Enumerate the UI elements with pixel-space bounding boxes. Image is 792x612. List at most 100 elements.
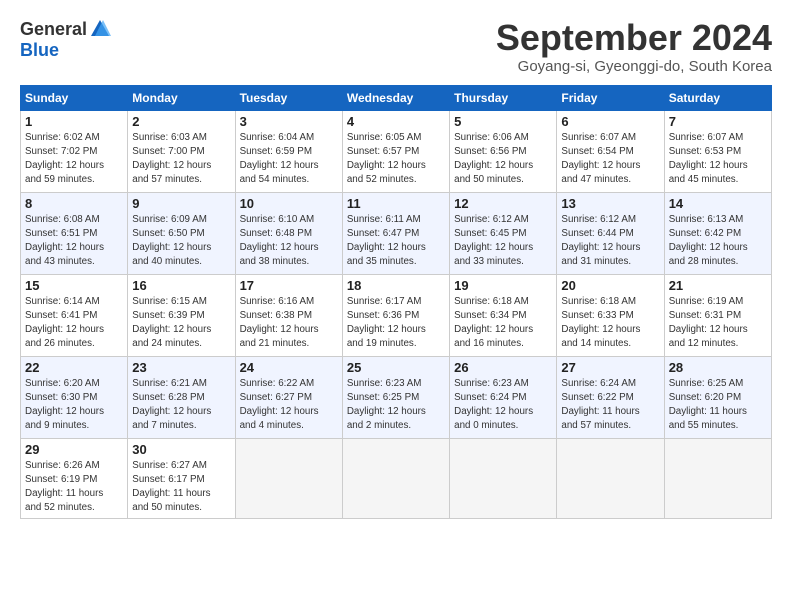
logo: General Blue xyxy=(20,18,111,61)
col-tuesday: Tuesday xyxy=(235,85,342,110)
day-info: Sunrise: 6:23 AMSunset: 6:25 PMDaylight:… xyxy=(347,377,445,434)
day-number: 16 xyxy=(132,278,230,293)
day-info: Sunrise: 6:07 AMSunset: 6:53 PMDaylight:… xyxy=(669,131,767,188)
calendar-cell: 13 Sunrise: 6:12 AMSunset: 6:44 PMDayligh… xyxy=(557,192,664,274)
calendar-cell: 27Sunrise: 6:24 AMSunset: 6:22 PMDayligh… xyxy=(557,356,664,438)
calendar-cell: 23Sunrise: 6:21 AMSunset: 6:28 PMDayligh… xyxy=(128,356,235,438)
day-number: 8 xyxy=(25,196,123,211)
col-sunday: Sunday xyxy=(21,85,128,110)
logo-icon xyxy=(89,18,111,40)
col-saturday: Saturday xyxy=(664,85,771,110)
day-number: 21 xyxy=(669,278,767,293)
calendar-cell: 5 Sunrise: 6:06 AMSunset: 6:56 PMDaylight… xyxy=(450,110,557,192)
day-info: Sunrise: 6:12 AMSunset: 6:45 PMDaylight:… xyxy=(454,213,552,270)
calendar-cell: 15Sunrise: 6:14 AMSunset: 6:41 PMDayligh… xyxy=(21,274,128,356)
calendar-cell: 20 Sunrise: 6:18 AMSunset: 6:33 PMDayligh… xyxy=(557,274,664,356)
day-info: Sunrise: 6:05 AMSunset: 6:57 PMDaylight:… xyxy=(347,131,445,188)
day-info: Sunrise: 6:13 AMSunset: 6:42 PMDaylight:… xyxy=(669,213,767,270)
day-info: Sunrise: 6:15 AMSunset: 6:39 PMDaylight:… xyxy=(132,295,230,352)
day-info: Sunrise: 6:21 AMSunset: 6:28 PMDaylight:… xyxy=(132,377,230,434)
day-number: 2 xyxy=(132,114,230,129)
day-number: 19 xyxy=(454,278,552,293)
day-number: 12 xyxy=(454,196,552,211)
calendar-cell: 24 Sunrise: 6:22 AMSunset: 6:27 PMDayligh… xyxy=(235,356,342,438)
day-info: Sunrise: 6:02 AMSunset: 7:02 PMDaylight:… xyxy=(25,131,123,188)
logo-general-text: General xyxy=(20,19,87,40)
day-number: 10 xyxy=(240,196,338,211)
day-info: Sunrise: 6:18 AMSunset: 6:33 PMDaylight:… xyxy=(561,295,659,352)
day-info: Sunrise: 6:24 AMSunset: 6:22 PMDaylight:… xyxy=(561,377,659,434)
day-info: Sunrise: 6:25 AMSunset: 6:20 PMDaylight:… xyxy=(669,377,767,434)
calendar-cell: 16 Sunrise: 6:15 AMSunset: 6:39 PMDayligh… xyxy=(128,274,235,356)
day-number: 13 xyxy=(561,196,659,211)
day-number: 30 xyxy=(132,442,230,457)
day-number: 29 xyxy=(25,442,123,457)
calendar-cell: 12 Sunrise: 6:12 AMSunset: 6:45 PMDayligh… xyxy=(450,192,557,274)
calendar-cell: 4 Sunrise: 6:05 AMSunset: 6:57 PMDaylight… xyxy=(342,110,449,192)
col-friday: Friday xyxy=(557,85,664,110)
day-number: 15 xyxy=(25,278,123,293)
col-wednesday: Wednesday xyxy=(342,85,449,110)
calendar-row-4: 29 Sunrise: 6:26 AMSunset: 6:19 PMDayligh… xyxy=(21,438,772,519)
day-info: Sunrise: 6:11 AMSunset: 6:47 PMDaylight:… xyxy=(347,213,445,270)
calendar-cell: 1 Sunrise: 6:02 AMSunset: 7:02 PMDaylight… xyxy=(21,110,128,192)
calendar-row-1: 8Sunrise: 6:08 AMSunset: 6:51 PMDaylight… xyxy=(21,192,772,274)
day-info: Sunrise: 6:06 AMSunset: 6:56 PMDaylight:… xyxy=(454,131,552,188)
day-number: 1 xyxy=(25,114,123,129)
day-number: 18 xyxy=(347,278,445,293)
day-number: 22 xyxy=(25,360,123,375)
header-area: General Blue September 2024 Goyang-si, G… xyxy=(20,18,772,75)
calendar-cell: 30 Sunrise: 6:27 AMSunset: 6:17 PMDayligh… xyxy=(128,438,235,519)
col-thursday: Thursday xyxy=(450,85,557,110)
day-number: 26 xyxy=(454,360,552,375)
day-number: 5 xyxy=(454,114,552,129)
day-info: Sunrise: 6:20 AMSunset: 6:30 PMDaylight:… xyxy=(25,377,123,434)
day-info: Sunrise: 6:04 AMSunset: 6:59 PMDaylight:… xyxy=(240,131,338,188)
day-number: 4 xyxy=(347,114,445,129)
calendar-cell xyxy=(450,438,557,519)
title-area: September 2024 Goyang-si, Gyeonggi-do, S… xyxy=(496,18,772,75)
day-info: Sunrise: 6:26 AMSunset: 6:19 PMDaylight:… xyxy=(25,459,123,516)
calendar-row-0: 1 Sunrise: 6:02 AMSunset: 7:02 PMDaylight… xyxy=(21,110,772,192)
day-info: Sunrise: 6:07 AMSunset: 6:54 PMDaylight:… xyxy=(561,131,659,188)
calendar-cell: 18Sunrise: 6:17 AMSunset: 6:36 PMDayligh… xyxy=(342,274,449,356)
calendar-cell: 8Sunrise: 6:08 AMSunset: 6:51 PMDaylight… xyxy=(21,192,128,274)
calendar-cell: 2 Sunrise: 6:03 AMSunset: 7:00 PMDaylight… xyxy=(128,110,235,192)
day-info: Sunrise: 6:22 AMSunset: 6:27 PMDaylight:… xyxy=(240,377,338,434)
calendar-cell xyxy=(664,438,771,519)
logo-blue-text: Blue xyxy=(20,40,59,61)
calendar-row-2: 15Sunrise: 6:14 AMSunset: 6:41 PMDayligh… xyxy=(21,274,772,356)
calendar-cell xyxy=(235,438,342,519)
day-number: 3 xyxy=(240,114,338,129)
calendar-cell: 7 Sunrise: 6:07 AMSunset: 6:53 PMDaylight… xyxy=(664,110,771,192)
day-number: 9 xyxy=(132,196,230,211)
calendar-cell: 26Sunrise: 6:23 AMSunset: 6:24 PMDayligh… xyxy=(450,356,557,438)
calendar-row-3: 22 Sunrise: 6:20 AMSunset: 6:30 PMDayligh… xyxy=(21,356,772,438)
day-number: 7 xyxy=(669,114,767,129)
calendar-cell: 17Sunrise: 6:16 AMSunset: 6:38 PMDayligh… xyxy=(235,274,342,356)
day-number: 20 xyxy=(561,278,659,293)
calendar-cell: 14 Sunrise: 6:13 AMSunset: 6:42 PMDayligh… xyxy=(664,192,771,274)
day-number: 28 xyxy=(669,360,767,375)
day-info: Sunrise: 6:12 AMSunset: 6:44 PMDaylight:… xyxy=(561,213,659,270)
day-number: 11 xyxy=(347,196,445,211)
day-info: Sunrise: 6:27 AMSunset: 6:17 PMDaylight:… xyxy=(132,459,230,516)
calendar-cell: 3 Sunrise: 6:04 AMSunset: 6:59 PMDaylight… xyxy=(235,110,342,192)
calendar-page: General Blue September 2024 Goyang-si, G… xyxy=(0,0,792,529)
calendar-cell: 22 Sunrise: 6:20 AMSunset: 6:30 PMDayligh… xyxy=(21,356,128,438)
header-row: Sunday Monday Tuesday Wednesday Thursday… xyxy=(21,85,772,110)
calendar-cell: 6Sunrise: 6:07 AMSunset: 6:54 PMDaylight… xyxy=(557,110,664,192)
calendar-cell: 9Sunrise: 6:09 AMSunset: 6:50 PMDaylight… xyxy=(128,192,235,274)
day-info: Sunrise: 6:19 AMSunset: 6:31 PMDaylight:… xyxy=(669,295,767,352)
calendar-cell: 11 Sunrise: 6:11 AMSunset: 6:47 PMDayligh… xyxy=(342,192,449,274)
day-info: Sunrise: 6:10 AMSunset: 6:48 PMDaylight:… xyxy=(240,213,338,270)
day-number: 14 xyxy=(669,196,767,211)
calendar-cell: 19Sunrise: 6:18 AMSunset: 6:34 PMDayligh… xyxy=(450,274,557,356)
calendar-cell: 25Sunrise: 6:23 AMSunset: 6:25 PMDayligh… xyxy=(342,356,449,438)
day-number: 24 xyxy=(240,360,338,375)
calendar-cell: 21 Sunrise: 6:19 AMSunset: 6:31 PMDayligh… xyxy=(664,274,771,356)
day-number: 17 xyxy=(240,278,338,293)
month-title: September 2024 xyxy=(496,18,772,58)
col-monday: Monday xyxy=(128,85,235,110)
day-info: Sunrise: 6:03 AMSunset: 7:00 PMDaylight:… xyxy=(132,131,230,188)
